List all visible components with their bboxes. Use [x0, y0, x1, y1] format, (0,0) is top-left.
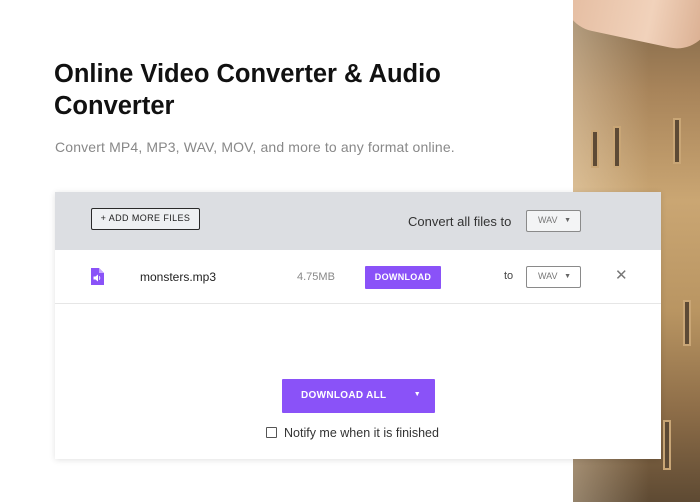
- download-all-button[interactable]: DOWNLOAD ALL ▼: [282, 379, 435, 413]
- caret-down-icon[interactable]: ▼: [414, 379, 421, 411]
- audio-file-icon: [90, 268, 104, 290]
- convert-all-label: Convert all files to: [408, 214, 512, 229]
- file-name: monsters.mp3: [140, 270, 217, 284]
- add-more-files-button[interactable]: + ADD MORE FILES: [91, 208, 200, 230]
- caret-down-icon: ▼: [564, 273, 571, 280]
- convert-all-format-select[interactable]: WAV ▼: [526, 210, 581, 232]
- notify-checkbox[interactable]: [266, 427, 277, 438]
- file-size: 4.75MB: [297, 271, 335, 283]
- to-label: to: [504, 270, 514, 282]
- download-button[interactable]: DOWNLOAD: [365, 266, 441, 289]
- convert-all-format-value: WAV: [538, 215, 558, 225]
- page-title: Online Video Converter & Audio Converter: [54, 60, 441, 120]
- page-subtitle: Convert MP4, MP3, WAV, MOV, and more to …: [55, 139, 455, 155]
- caret-down-icon: ▼: [564, 217, 571, 224]
- close-icon[interactable]: ✕: [615, 266, 628, 286]
- converter-card: + ADD MORE FILES Convert all files to WA…: [55, 192, 661, 459]
- notify-label: Notify me when it is finished: [284, 426, 439, 440]
- file-format-select[interactable]: WAV ▼: [526, 266, 581, 288]
- file-row: monsters.mp3 4.75MB DOWNLOAD to WAV ▼ ✕: [55, 250, 661, 304]
- file-format-value: WAV: [538, 271, 558, 281]
- converter-toolbar: + ADD MORE FILES Convert all files to WA…: [55, 192, 661, 250]
- download-all-label: DOWNLOAD ALL: [301, 390, 387, 401]
